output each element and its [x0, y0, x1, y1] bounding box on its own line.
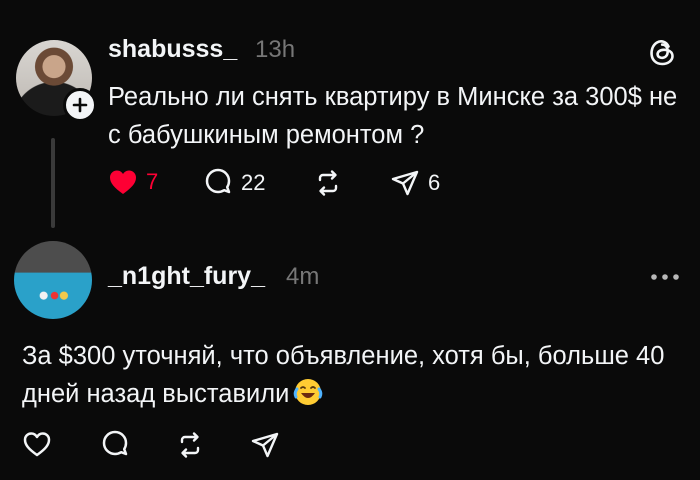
heart-icon [23, 432, 51, 457]
post-text-content: За $300 уточняй, что объявление, хотя бы… [22, 342, 665, 408]
share-button[interactable] [250, 430, 280, 460]
threads-logo-icon[interactable] [644, 34, 680, 70]
post-text: За $300 уточняй, что объявление, хотя бы… [22, 337, 692, 413]
username[interactable]: _n1ght_fury_ [108, 262, 265, 291]
repost-button[interactable] [313, 168, 343, 198]
share-count: 6 [428, 170, 441, 195]
send-icon [391, 170, 419, 196]
post-text: Реально ли снять квартиру в Минске за 30… [108, 83, 678, 149]
like-button[interactable]: 7 [108, 168, 158, 196]
face-with-tears-of-joy-icon [294, 379, 323, 405]
repost-icon [318, 170, 338, 196]
like-button[interactable] [22, 430, 52, 458]
avatar[interactable] [14, 241, 92, 319]
more-dots-icon [651, 274, 679, 280]
timestamp: 13h [255, 36, 296, 63]
comment-icon [102, 430, 128, 456]
thread-line [51, 138, 55, 228]
reply-count: 22 [241, 170, 266, 195]
plus-icon [72, 97, 88, 113]
repost-icon [180, 432, 200, 458]
share-button[interactable]: 6 [390, 168, 440, 198]
reply-button[interactable]: 22 [203, 168, 265, 198]
more-options-button[interactable] [650, 270, 680, 282]
like-count: 7 [146, 169, 159, 194]
repost-button[interactable] [175, 430, 205, 460]
reply-button[interactable] [100, 430, 130, 460]
timestamp: 4m [286, 263, 320, 290]
comment-icon [205, 168, 231, 194]
heart-icon [110, 170, 136, 194]
follow-button[interactable] [63, 88, 97, 122]
send-icon [251, 432, 279, 458]
username[interactable]: shabusss_ [108, 35, 237, 64]
